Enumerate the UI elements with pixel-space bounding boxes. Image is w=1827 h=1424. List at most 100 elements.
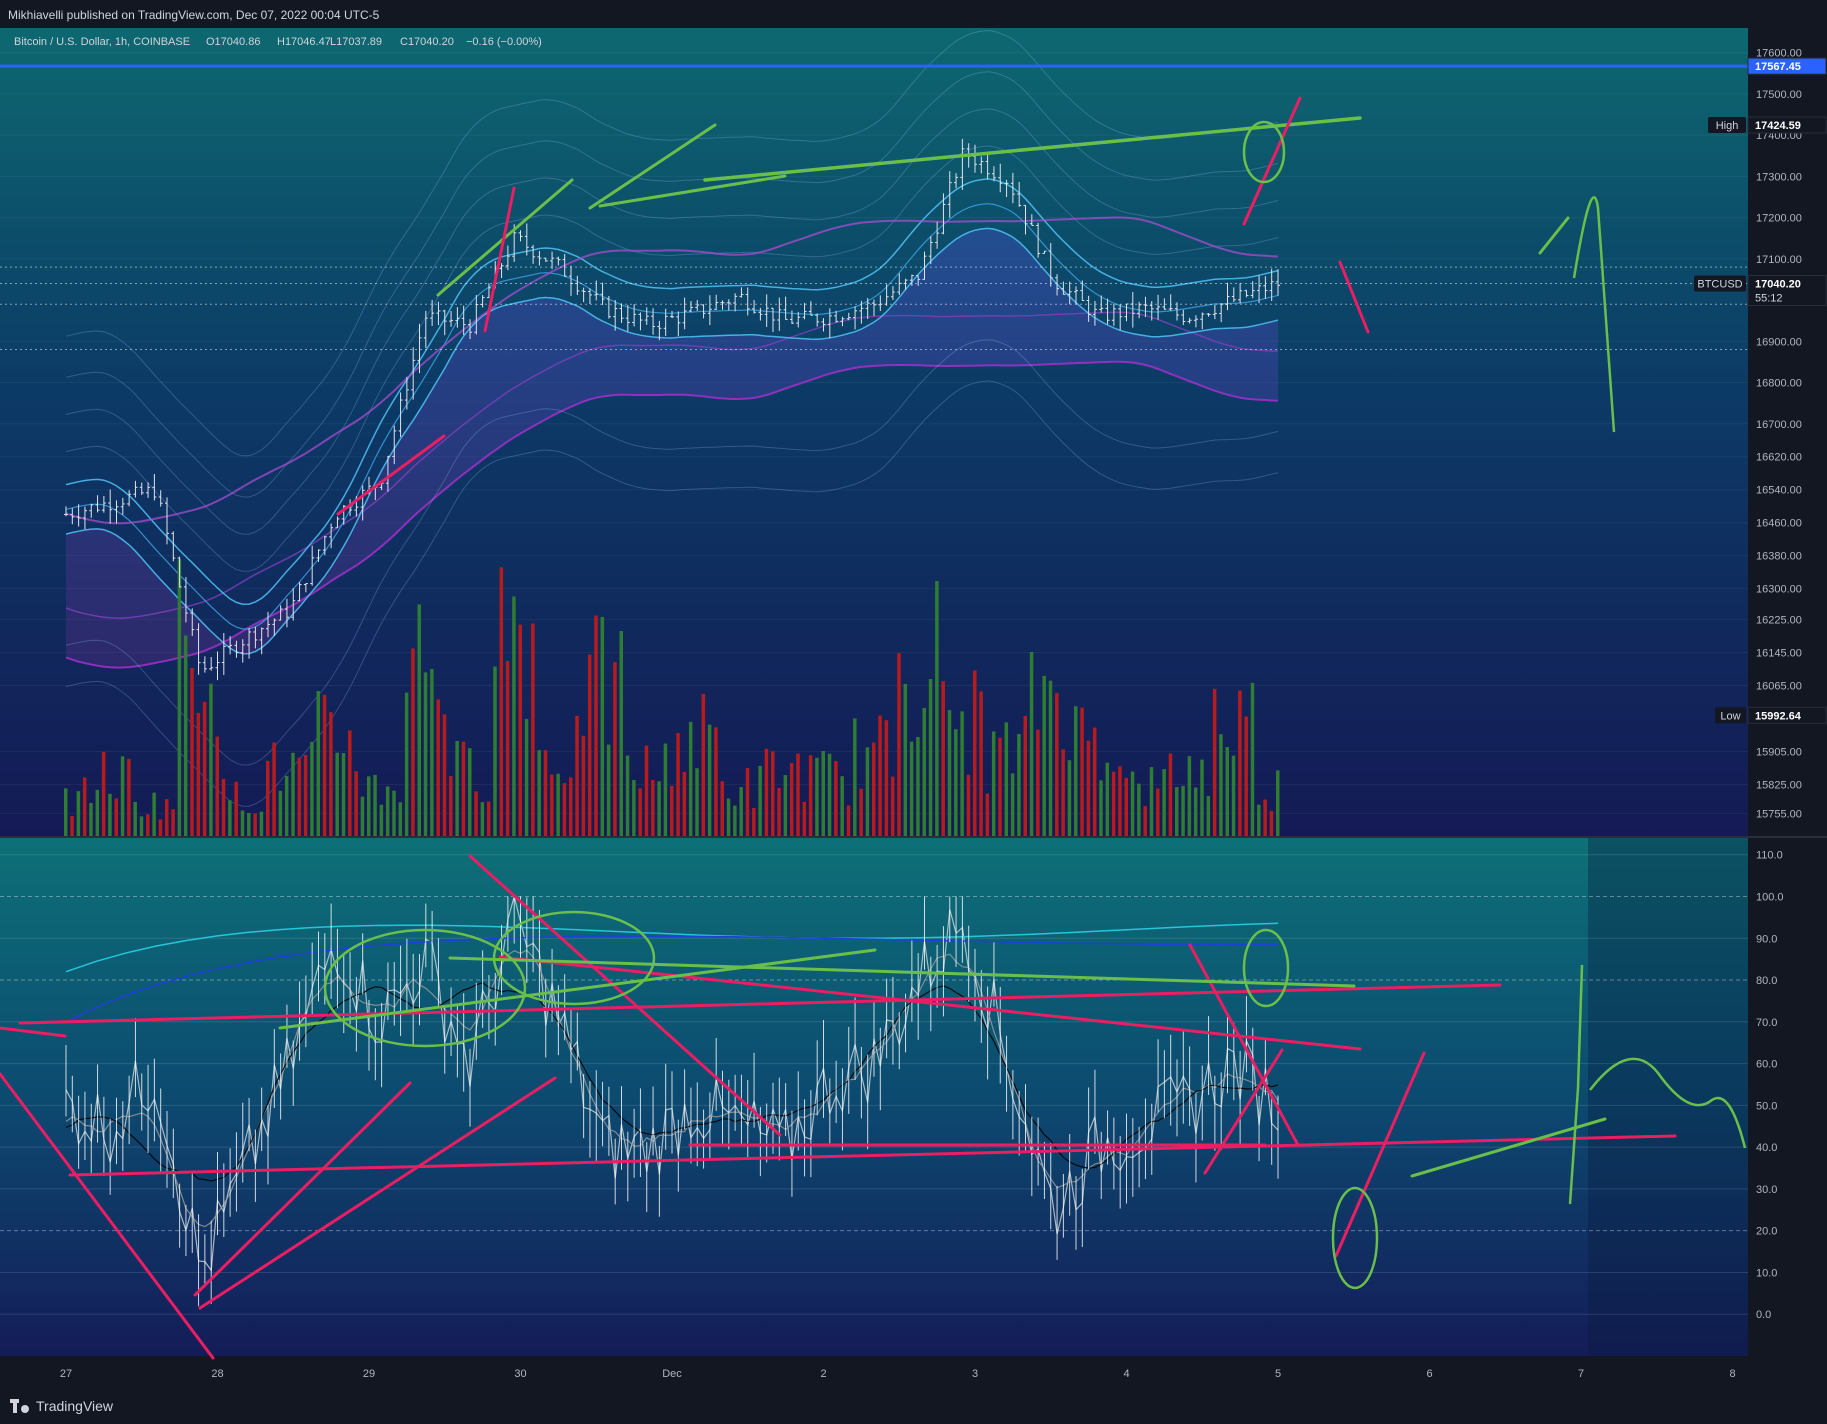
publisher-bar: Mikhiavelli published on TradingView.com…	[0, 0, 1827, 28]
oscillator-tick-label: 0.0	[1756, 1309, 1771, 1321]
volume-bar	[152, 792, 156, 836]
volume-bar	[266, 760, 270, 836]
chart-area[interactable]: Bitcoin / U.S. Dollar, 1h, COINBASE O170…	[0, 28, 1827, 1390]
volume-bar	[1162, 769, 1166, 836]
volume-bar	[1061, 749, 1065, 836]
volume-bar	[101, 751, 106, 836]
oscillator-tick-label: 100.0	[1756, 891, 1784, 903]
volume-bar	[1099, 780, 1103, 836]
volume-bar	[1036, 729, 1040, 836]
volume-bar	[966, 774, 971, 836]
volume-bar	[1067, 760, 1072, 836]
volume-bar	[1017, 734, 1021, 836]
volume-bar	[284, 775, 289, 836]
volume-bar	[663, 743, 668, 836]
volume-bar	[1187, 756, 1192, 836]
volume-bar	[865, 747, 870, 836]
volume-bar	[486, 801, 491, 836]
volume-bar	[70, 816, 74, 836]
volume-bar	[171, 809, 175, 836]
volume-bar	[253, 813, 257, 836]
price-tick-label: 16380.00	[1756, 551, 1802, 563]
volume-bar	[771, 751, 775, 836]
volume-bar	[878, 715, 882, 836]
volume-bar	[676, 733, 680, 836]
price-tag-value: 17424.59	[1755, 120, 1801, 132]
tradingview-logo-icon	[10, 1399, 30, 1413]
oscillator-tick-label: 20.0	[1756, 1226, 1777, 1238]
volume-bar	[423, 672, 428, 836]
oscillator-future-shade	[1588, 838, 1748, 1356]
oscillator-tick-label: 30.0	[1756, 1184, 1777, 1196]
time-tick-label: 4	[1123, 1368, 1129, 1380]
volume-bar	[127, 758, 131, 836]
volume-bar	[1168, 753, 1173, 836]
volume-bar	[777, 787, 781, 836]
volume-bar	[468, 748, 472, 836]
volume-bar	[543, 750, 548, 836]
volume-bar	[1124, 777, 1128, 836]
oscillator-tick-label: 60.0	[1756, 1059, 1777, 1071]
volume-bar	[247, 812, 251, 836]
time-axis	[0, 1356, 1748, 1390]
volume-bar	[196, 712, 201, 836]
volume-bar	[430, 669, 434, 836]
volume-bar	[562, 783, 567, 836]
legend-open: O17040.86	[206, 36, 260, 48]
volume-bar	[392, 790, 396, 836]
volume-bar	[1225, 747, 1229, 836]
volume-bar	[1111, 771, 1116, 836]
volume-bar	[682, 771, 687, 836]
legend-low: L17037.89	[330, 36, 382, 48]
volume-bar	[417, 604, 421, 836]
volume-bar	[991, 731, 996, 836]
volume-bar	[903, 683, 908, 836]
volume-bar	[133, 801, 137, 836]
volume-bar	[158, 819, 163, 836]
volume-bar	[651, 780, 655, 836]
volume-bar	[720, 781, 724, 836]
volume-bar	[758, 765, 762, 836]
volume-bar	[890, 776, 895, 836]
legend-symbol: Bitcoin / U.S. Dollar, 1h, COINBASE	[14, 36, 190, 48]
volume-bar	[461, 741, 466, 836]
price-tag-label: BTCUSD	[1697, 279, 1742, 291]
price-tick-label: 16065.00	[1756, 681, 1802, 693]
volume-bar	[802, 801, 807, 836]
volume-bar	[1080, 707, 1084, 836]
oscillator-tick-label: 10.0	[1756, 1267, 1777, 1279]
volume-bar	[367, 776, 371, 836]
volume-bar	[310, 741, 314, 836]
volume-bar	[1149, 767, 1154, 836]
volume-bar	[613, 662, 617, 836]
volume-bar	[1105, 762, 1110, 836]
volume-bar	[733, 805, 737, 836]
oscillator-pane[interactable]	[0, 838, 1748, 1356]
volume-bar	[1130, 771, 1135, 836]
volume-bar	[1004, 722, 1009, 836]
volume-bar	[303, 754, 308, 836]
volume-bar	[95, 789, 100, 836]
volume-bar	[272, 742, 276, 836]
oscillator-tick-label: 110.0	[1756, 850, 1783, 862]
volume-bar	[644, 745, 649, 836]
volume-bar	[1193, 787, 1198, 836]
volume-bar	[505, 661, 510, 836]
volume-bar	[480, 802, 485, 836]
price-pane[interactable]	[0, 28, 1748, 836]
volume-bar	[524, 719, 529, 836]
volume-bar	[840, 776, 844, 836]
volume-bar	[701, 693, 706, 836]
volume-bar	[1143, 806, 1147, 836]
volume-bar	[783, 775, 788, 836]
time-tick-label: 3	[972, 1368, 978, 1380]
volume-bar	[190, 667, 194, 836]
volume-bar	[834, 760, 838, 836]
tradingview-logo[interactable]: TradingView	[10, 1398, 113, 1414]
volume-bar	[670, 785, 674, 836]
volume-bar	[512, 596, 516, 836]
price-tick-label: 15755.00	[1756, 808, 1802, 820]
volume-bar	[600, 616, 605, 836]
volume-bar	[1086, 740, 1091, 836]
tradingview-wordmark: TradingView	[36, 1398, 114, 1414]
